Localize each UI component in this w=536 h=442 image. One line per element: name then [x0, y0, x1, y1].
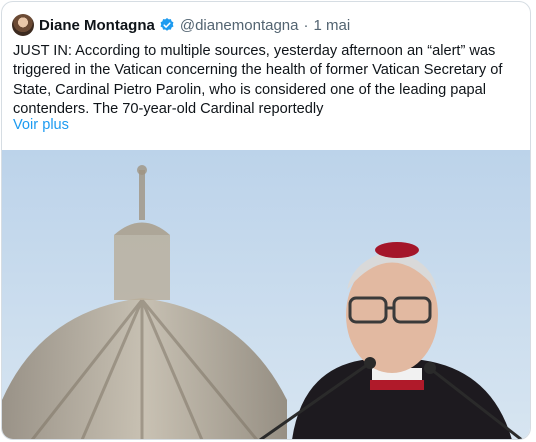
show-more-link[interactable]: Voir plus: [13, 117, 69, 133]
tweet-text: JUST IN: According to multiple sources, …: [13, 43, 503, 117]
verified-badge-icon: [160, 18, 174, 31]
separator-dot: ·: [303, 16, 309, 34]
tweet-photo[interactable]: [2, 150, 530, 439]
avatar[interactable]: [12, 14, 34, 36]
author-name[interactable]: Diane Montagna: [39, 17, 155, 34]
tweet-header: Diane Montagna @dianemontagna · 1 mai: [12, 13, 350, 37]
author-handle[interactable]: @dianemontagna: [180, 17, 299, 34]
tweet-card[interactable]: Diane Montagna @dianemontagna · 1 mai JU…: [1, 1, 531, 440]
photo-illustration: [2, 150, 530, 439]
tweet-date[interactable]: 1 mai: [314, 17, 351, 34]
